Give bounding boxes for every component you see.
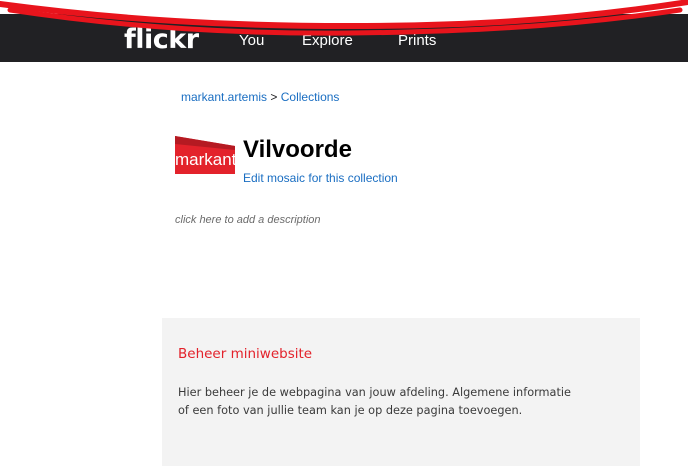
edit-mosaic-link[interactable]: Edit mosaic for this collection <box>243 171 398 186</box>
breadcrumb: markant.artemis > Collections <box>181 89 339 105</box>
thumbnail-logo-text: markant <box>175 150 235 169</box>
nav-you-link[interactable]: You <box>239 32 264 50</box>
flickr-top-nav: flickr You Explore Prints <box>0 14 688 62</box>
breadcrumb-separator: > <box>270 90 278 104</box>
nav-explore-link[interactable]: Explore <box>302 32 353 50</box>
breadcrumb-user-link[interactable]: markant.artemis <box>181 90 267 104</box>
add-description-placeholder[interactable]: click here to add a description <box>175 213 321 227</box>
breadcrumb-collections-link[interactable]: Collections <box>281 90 340 104</box>
collection-thumbnail[interactable]: markant <box>175 134 235 174</box>
flickr-logo[interactable]: flickr <box>124 25 199 55</box>
nav-prints-link[interactable]: Prints <box>398 32 436 50</box>
collection-title: Vilvoorde <box>243 136 352 163</box>
info-panel-body: Hier beheer je de webpagina van jouw afd… <box>178 386 571 417</box>
info-panel-title: Beheer miniwebsite <box>178 346 313 362</box>
